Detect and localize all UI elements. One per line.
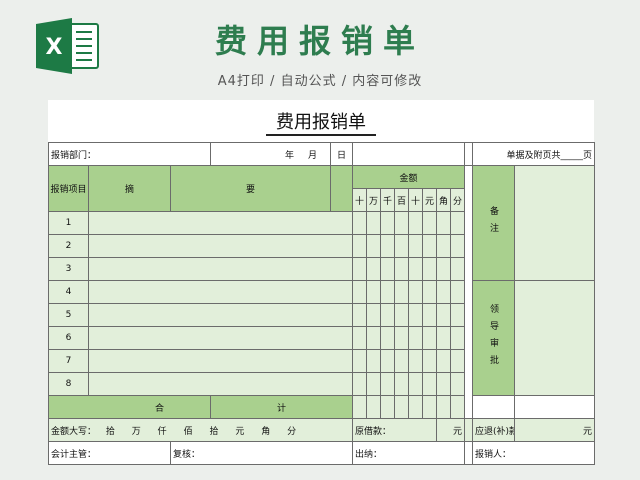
digit-header: 万 bbox=[366, 188, 382, 212]
capital-unit: 仟 bbox=[157, 426, 167, 437]
date-day-label: 日 bbox=[330, 142, 354, 166]
row-number: 7 bbox=[48, 349, 89, 373]
summary-cell[interactable] bbox=[87, 349, 354, 373]
total-label-1: 合 bbox=[47, 395, 212, 419]
remark-cell[interactable] bbox=[514, 165, 596, 281]
capital-unit: 分 bbox=[287, 426, 297, 437]
table-row: 4 领导审批 bbox=[48, 280, 596, 396]
review-label[interactable]: 复核： bbox=[169, 441, 354, 465]
row-number: 2 bbox=[48, 234, 89, 258]
capital-amount-row: 金额大写： 拾 万 仟 佰 拾 元 角 分 原借款： 元 应退(补)款： 元 bbox=[47, 418, 596, 442]
summary-cell[interactable] bbox=[87, 211, 354, 235]
capital-unit: 角 bbox=[261, 426, 271, 437]
summary-cell[interactable] bbox=[87, 326, 354, 350]
accountant-label[interactable]: 会计主管： bbox=[48, 441, 171, 465]
table-header-row: 报销项目 摘 要 金额 备注 bbox=[48, 165, 596, 419]
capital-unit: 拾 bbox=[105, 426, 115, 437]
summary-cell[interactable] bbox=[87, 234, 354, 258]
expense-form-sheet: 费用报销单 报销部门： 年 月 日 单据及附页共_____页 报销项目 摘 要 金… bbox=[47, 100, 596, 465]
date-year-label: 年 bbox=[284, 150, 294, 161]
row-number: 1 bbox=[48, 211, 89, 235]
expense-form-table: 报销部门： 年 月 日 单据及附页共_____页 报销项目 摘 要 金额 备注 十… bbox=[47, 142, 596, 465]
approval-cell[interactable] bbox=[514, 280, 596, 396]
summary-cell[interactable] bbox=[87, 257, 354, 281]
excel-logo-letter: X bbox=[46, 35, 63, 60]
excel-icon: X bbox=[36, 18, 99, 74]
digit-header: 千 bbox=[380, 188, 396, 212]
summary-cell[interactable] bbox=[87, 372, 354, 396]
refund-unit: 元 bbox=[514, 418, 596, 442]
total-row: 合 计 bbox=[47, 395, 596, 419]
row-number: 5 bbox=[48, 303, 89, 327]
digit-header: 百 bbox=[394, 188, 410, 212]
summary-cell[interactable] bbox=[87, 303, 354, 327]
capital-label: 金额大写： bbox=[51, 426, 97, 437]
page-subtitle: A4打印 / 自动公式 / 内容可修改 bbox=[217, 74, 423, 89]
digit-header: 十 bbox=[408, 188, 424, 212]
capital-unit: 元 bbox=[235, 426, 245, 437]
remark-label: 备注 bbox=[472, 165, 516, 281]
total-label-2: 计 bbox=[210, 395, 354, 419]
form-title: 费用报销单 bbox=[266, 108, 376, 136]
amount-header: 金额 bbox=[352, 165, 466, 189]
claimant-label[interactable]: 报销人： bbox=[472, 441, 596, 465]
item-header: 报销项目 bbox=[48, 165, 89, 212]
date-month-label: 月 bbox=[308, 150, 318, 161]
row-number: 4 bbox=[48, 280, 89, 304]
summary-header-1: 摘 bbox=[88, 165, 171, 212]
cashier-label[interactable]: 出纳： bbox=[352, 441, 466, 465]
page-header: X 费用报销单 A4打印 / 自动公式 / 内容可修改 bbox=[0, 0, 640, 100]
digit-header: 十 bbox=[352, 188, 368, 212]
capital-unit: 拾 bbox=[209, 426, 219, 437]
row-number: 6 bbox=[48, 326, 89, 350]
dept-label: 报销部门： bbox=[47, 142, 212, 166]
summary-cell[interactable] bbox=[87, 280, 354, 304]
loan-unit: 元 bbox=[436, 418, 466, 442]
loan-label[interactable]: 原借款： bbox=[352, 418, 438, 442]
form-info-row: 报销部门： 年 月 日 单据及附页共_____页 bbox=[47, 142, 596, 166]
digit-header: 角 bbox=[436, 188, 452, 212]
capital-unit: 佰 bbox=[183, 426, 193, 437]
summary-header-2: 要 bbox=[169, 165, 332, 212]
digit-header: 分 bbox=[450, 188, 466, 212]
row-number: 3 bbox=[48, 257, 89, 281]
row-number: 8 bbox=[48, 372, 89, 396]
approval-label: 领导审批 bbox=[472, 280, 516, 396]
signature-row: 会计主管： 复核： 出纳： 报销人： bbox=[48, 441, 596, 465]
page-title: 费用报销单 bbox=[214, 22, 425, 60]
capital-amount-cell[interactable]: 金额大写： 拾 万 仟 佰 拾 元 角 分 bbox=[47, 418, 354, 442]
attachment-count-label: 单据及附页共_____页 bbox=[472, 142, 596, 166]
capital-unit: 万 bbox=[131, 426, 141, 437]
digit-header: 元 bbox=[422, 188, 438, 212]
refund-label[interactable]: 应退(补)款： bbox=[472, 418, 516, 442]
